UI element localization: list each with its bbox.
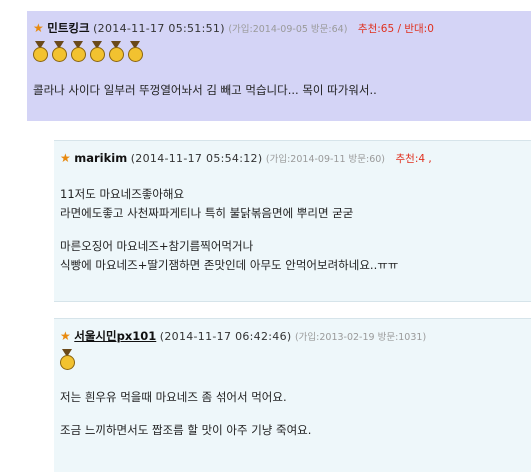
comment-timestamp: (2014-11-17 06:42:46)	[159, 330, 292, 343]
medal-icon	[70, 41, 86, 63]
medal-icon	[59, 349, 75, 371]
star-icon: ★	[33, 21, 44, 35]
comment-line: 11저도 마요네즈좋아해요	[60, 187, 185, 201]
comment-best: ★ 민트킹크 (2014-11-17 05:51:51) (가입:2014-09…	[27, 11, 531, 121]
medal-icon	[108, 41, 124, 63]
comment-line: 조금 느끼하면서도 짭조름 할 맛이 아주 기냥 죽여요.	[60, 423, 312, 437]
comment-body: 저는 흰우유 먹을때 마요네즈 좀 섞어서 먹어요. 조금 느끼하면서도 짭조름…	[60, 388, 311, 440]
medal-icon	[32, 41, 48, 63]
medal-icon	[127, 41, 143, 63]
comment-line: 콜라나 사이다 일부러 뚜껑열어놔서 김 빼고 먹습니다... 목이 따가워서.…	[33, 83, 377, 97]
comment-reply: ★ marikim (2014-11-17 05:54:12) (가입:2014…	[54, 140, 531, 302]
member-info: (가입:2014-09-11 방문:60)	[265, 154, 386, 165]
comment-line: 마른오징어 마요네즈+참기름찍어먹거나	[60, 239, 254, 253]
medal-icon	[51, 41, 67, 63]
comment-header: ★ marikim (2014-11-17 05:54:12) (가입:2014…	[60, 150, 432, 168]
member-info: (가입:2014-09-05 방문:64)	[228, 24, 348, 35]
star-icon: ★	[60, 151, 71, 165]
comment-author[interactable]: marikim	[74, 151, 127, 165]
comment-timestamp: (2014-11-17 05:51:51)	[93, 22, 225, 35]
comment-line: 식빵에 마요네즈+딸기잼하면 존맛인데 아무도 안먹어보려하네요..ㅠㅠ	[60, 258, 399, 272]
comment-author[interactable]: 서울시민px101	[74, 329, 156, 343]
medal-row	[59, 349, 78, 371]
comment-reply: ★ 서울시민px101 (2014-11-17 06:42:46) (가입:20…	[54, 318, 531, 472]
star-icon: ★	[60, 329, 71, 343]
comment-line: 저는 흰우유 먹을때 마요네즈 좀 섞어서 먹어요.	[60, 390, 287, 404]
comment-header: ★ 서울시민px101 (2014-11-17 06:42:46) (가입:20…	[60, 328, 426, 346]
comment-body: 콜라나 사이다 일부러 뚜껑열어놔서 김 빼고 먹습니다... 목이 따가워서.…	[33, 81, 377, 100]
comment-header: ★ 민트킹크 (2014-11-17 05:51:51) (가입:2014-09…	[33, 20, 434, 38]
member-info: (가입:2013-02-19 방문:1031)	[294, 332, 427, 343]
recommend-count: 추천:65 / 반대:0	[357, 23, 434, 35]
comment-line: 라면에도좋고 사천짜파게티나 특히 불닭볶음면에 뿌리면 굳굳	[60, 206, 354, 220]
medal-row	[32, 41, 146, 63]
recommend-count: 추천:4 ,	[395, 153, 432, 165]
comment-timestamp: (2014-11-17 05:54:12)	[130, 152, 263, 165]
comment-author[interactable]: 민트킹크	[47, 21, 89, 35]
medal-icon	[89, 41, 105, 63]
comment-body: 11저도 마요네즈좋아해요 라면에도좋고 사천짜파게티나 특히 불닭볶음면에 뿌…	[60, 185, 398, 275]
